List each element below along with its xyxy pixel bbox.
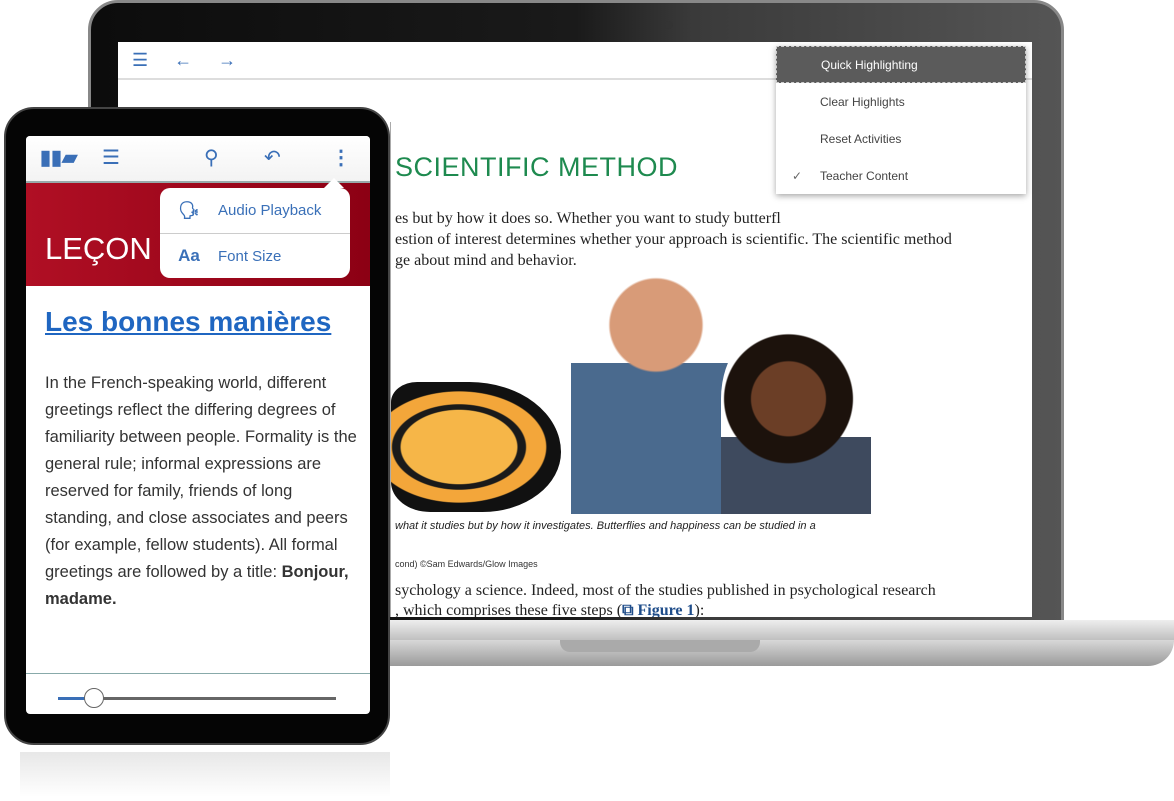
- progress-slider[interactable]: [58, 688, 336, 708]
- menu-item-clear-highlights[interactable]: Clear Highlights: [776, 83, 1026, 120]
- figure-link[interactable]: ⧉ Figure 1: [622, 602, 694, 617]
- arrow-left-icon[interactable]: ←: [174, 50, 192, 71]
- reader-content: SCIENTIFIC METHOD es but by how it does …: [390, 122, 1032, 617]
- divider: [26, 673, 370, 674]
- library-icon[interactable]: ▮▮▰: [40, 145, 77, 170]
- woman-image: [721, 322, 871, 514]
- list-icon[interactable]: ☰: [132, 50, 148, 71]
- external-link-icon: ⧉: [622, 602, 638, 617]
- figure-photo: [391, 262, 871, 514]
- menu-item-quick-highlighting[interactable]: Quick Highlighting: [776, 46, 1026, 83]
- figure-caption: what it studies but by how it investigat…: [395, 520, 816, 532]
- lesson-title[interactable]: Les bonnes manières: [45, 306, 331, 338]
- laptop-base: [330, 620, 1174, 642]
- paragraph-2: sychology a science. Indeed, most of the…: [395, 582, 936, 617]
- menu-item-reset-activities[interactable]: Reset Activities: [776, 120, 1026, 157]
- list-icon[interactable]: ☰: [102, 145, 120, 170]
- audio-speaker-icon: 🗣: [178, 200, 200, 220]
- section-title: SCIENTIFIC METHOD: [395, 152, 678, 182]
- checkmark-icon: ✓: [792, 168, 803, 183]
- more-vertical-icon[interactable]: ⋮: [331, 145, 351, 170]
- arrow-right-icon[interactable]: →: [218, 50, 236, 71]
- options-menu: Quick Highlighting Clear Highlights Rese…: [776, 46, 1026, 194]
- photo-credit: cond) ©Sam Edwards/Glow Images: [395, 559, 538, 569]
- tablet-options-popup: 🗣 Audio Playback Aa Font Size: [160, 178, 350, 278]
- menu-item-teacher-content[interactable]: ✓ Teacher Content: [776, 157, 1026, 194]
- tablet-reflection: [20, 752, 390, 797]
- man-image: [571, 262, 741, 514]
- banner-title: LEÇON: [45, 231, 152, 266]
- search-icon[interactable]: ⚲: [204, 145, 219, 170]
- font-size-icon: Aa: [178, 246, 200, 265]
- audio-playback-option[interactable]: 🗣 Audio Playback: [160, 188, 350, 233]
- laptop-notch: [560, 640, 760, 652]
- lesson-body: In the French-speaking world, different …: [45, 374, 357, 608]
- tablet-toolbar: ▮▮▰ ☰ ⚲ ↶ ⋮: [26, 136, 370, 181]
- butterfly-image: [391, 382, 561, 512]
- camera: [665, 21, 673, 29]
- back-icon[interactable]: ↶: [264, 145, 281, 170]
- slider-thumb[interactable]: [84, 688, 105, 708]
- font-size-option[interactable]: Aa Font Size: [160, 233, 350, 278]
